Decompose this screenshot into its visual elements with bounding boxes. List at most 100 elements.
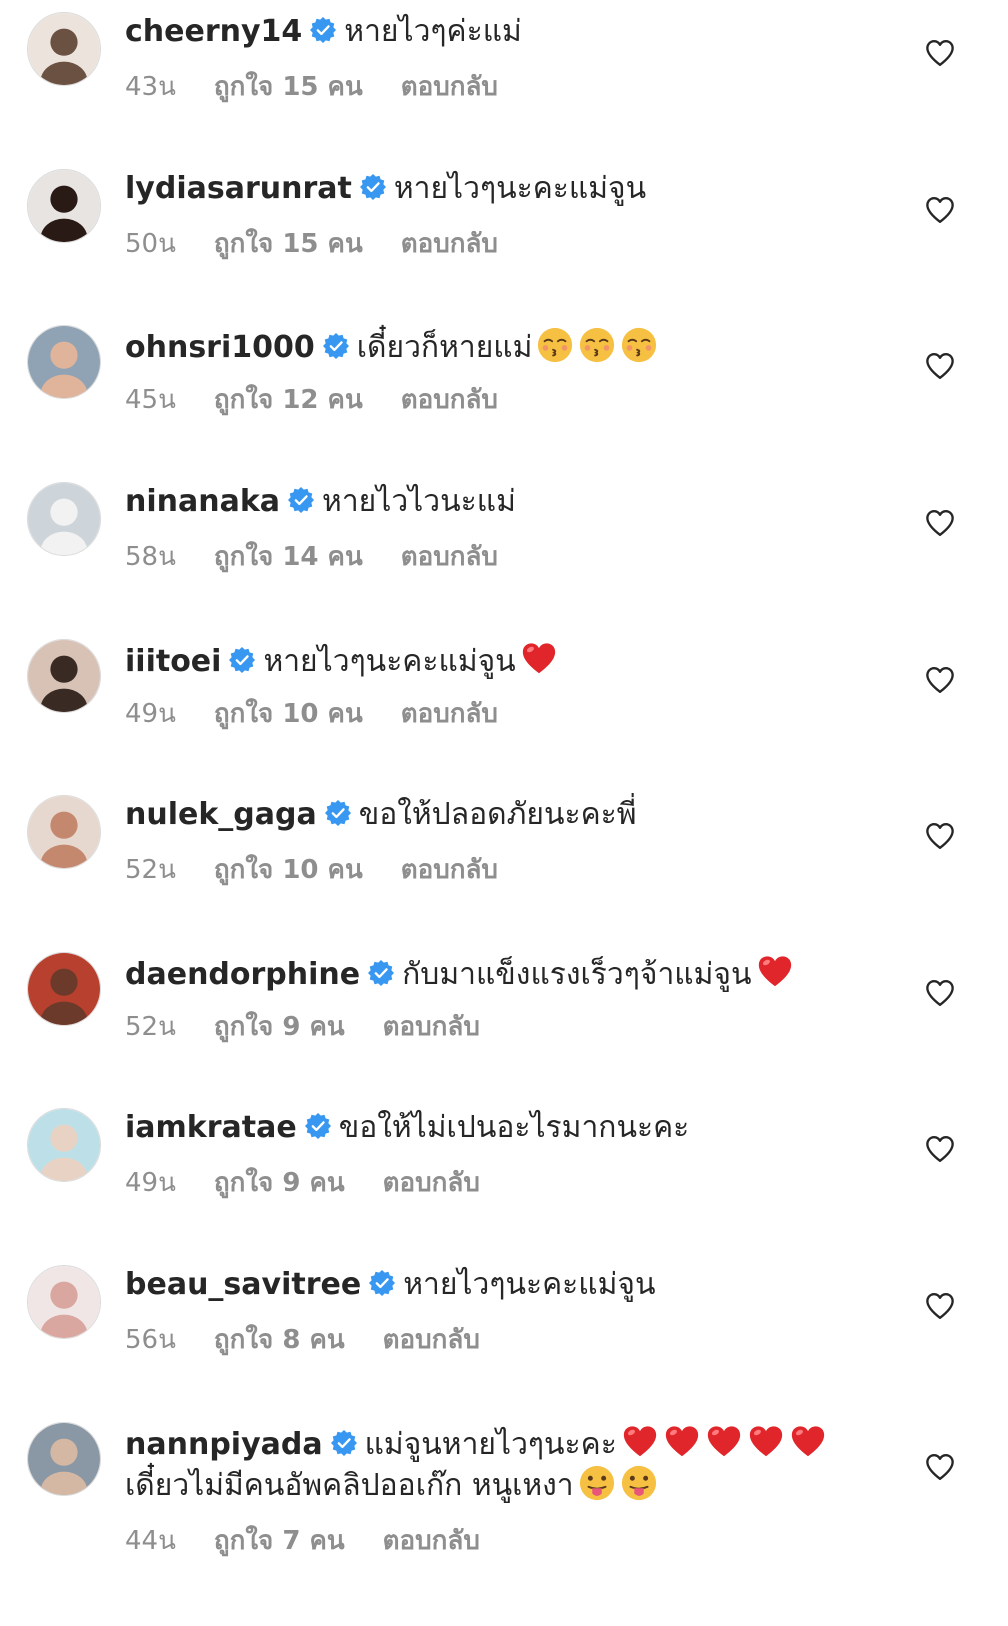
comment-text: หายไวไวนะแม่ xyxy=(322,484,516,519)
username-link[interactable]: ninanaka xyxy=(125,484,280,519)
comment-text: กับมาแข็งแรงเร็วๆจ้าแม่จูน xyxy=(402,957,752,992)
comment-time: 52น xyxy=(125,855,176,885)
username-link[interactable]: cheerny14 xyxy=(125,14,302,49)
red-heart-emoji-icon xyxy=(520,640,558,678)
avatar[interactable] xyxy=(27,12,101,86)
verified-badge-icon xyxy=(304,1113,331,1139)
like-heart-icon[interactable] xyxy=(924,1134,956,1164)
like-heart-icon[interactable] xyxy=(924,821,956,851)
avatar[interactable] xyxy=(27,952,101,1026)
reply-button[interactable]: ตอบกลับ xyxy=(383,1325,480,1355)
reply-button[interactable]: ตอบกลับ xyxy=(401,72,498,102)
comment-row: ninanaka หายไวไวนะแม่ 58น ถูกใจ 14 คน ตอบกลั… xyxy=(0,478,1008,628)
avatar[interactable] xyxy=(27,639,101,713)
reply-button[interactable]: ตอบกลับ xyxy=(383,1012,480,1042)
avatar[interactable] xyxy=(27,1108,101,1182)
username-link[interactable]: daendorphine xyxy=(125,957,360,992)
comment-text: หายไวๆนะคะแม่จูน xyxy=(403,1267,656,1302)
avatar[interactable] xyxy=(27,1422,101,1496)
comment-text-line: lydiasarunrat หายไวๆนะคะแม่จูน xyxy=(125,170,646,208)
kissing-face-emoji-icon xyxy=(620,326,658,364)
like-heart-icon[interactable] xyxy=(924,195,956,225)
verified-badge-icon xyxy=(288,487,315,513)
like-heart-icon[interactable] xyxy=(924,508,956,538)
comment-text-line: ohnsri1000 เดี๋ยวก็หายแม่ xyxy=(125,326,658,367)
comment-meta: 52น ถูกใจ 10 คน ตอบกลับ xyxy=(125,849,536,890)
red-heart-emoji-icon xyxy=(789,1423,827,1461)
username-link[interactable]: ohnsri1000 xyxy=(125,330,315,365)
comment-text-line-2: เดี๋ยวไม่มีคนอัพคลิปออเก๊ก หนูเหงา xyxy=(125,1464,658,1505)
comment-text-continued: เดี๋ยวไม่มีคนอัพคลิปออเก๊ก หนูเหงา xyxy=(125,1468,574,1503)
comment-text: ขอให้ปลอดภัยนะคะพี่ xyxy=(358,797,637,832)
likes-count-link[interactable]: ถูกใจ 14 คน xyxy=(214,542,363,572)
likes-count-link[interactable]: ถูกใจ 10 คน xyxy=(214,855,363,885)
comment-meta: 52น ถูกใจ 9 คน ตอบกลับ xyxy=(125,1006,518,1047)
like-heart-icon[interactable] xyxy=(924,665,956,695)
likes-count-link[interactable]: ถูกใจ 12 คน xyxy=(214,385,363,415)
verified-badge-icon xyxy=(310,17,337,43)
comment-meta: 49น ถูกใจ 10 คน ตอบกลับ xyxy=(125,693,536,734)
reply-button[interactable]: ตอบกลับ xyxy=(401,385,498,415)
like-heart-icon[interactable] xyxy=(924,1452,956,1482)
username-link[interactable]: iiitoei xyxy=(125,644,221,679)
comment-row: nannpiyada แม่จูนหายไวๆนะคะเดี๋ยวไม่มีคนอ… xyxy=(0,1418,1008,1618)
face-with-tongue-emoji-icon xyxy=(578,1464,616,1502)
likes-count-link[interactable]: ถูกใจ 15 คน xyxy=(214,72,363,102)
reply-button[interactable]: ตอบกลับ xyxy=(401,699,498,729)
red-heart-emoji-icon xyxy=(621,1423,659,1461)
comment-row: ohnsri1000 เดี๋ยวก็หายแม่ 45น ถูกใจ 12 คน ตอ… xyxy=(0,321,1008,471)
comment-row: iiitoei หายไวๆนะคะแม่จูน 49น ถูกใจ 10 คน ตอบ… xyxy=(0,635,1008,785)
username-link[interactable]: nulek_gaga xyxy=(125,797,317,832)
comment-meta: 56น ถูกใจ 8 คน ตอบกลับ xyxy=(125,1319,518,1360)
comment-text-line: cheerny14 หายไวๆค่ะแม่ xyxy=(125,13,522,51)
comment-time: 49น xyxy=(125,699,176,729)
comment-row: daendorphine กับมาแข็งแรงเร็วๆจ้าแม่จูน 52… xyxy=(0,948,1008,1098)
comment-meta: 58น ถูกใจ 14 คน ตอบกลับ xyxy=(125,536,536,577)
avatar[interactable] xyxy=(27,1265,101,1339)
comment-text-line: nannpiyada แม่จูนหายไวๆนะคะ xyxy=(125,1423,827,1464)
comment-text-line: beau_savitree หายไวๆนะคะแม่จูน xyxy=(125,1266,655,1304)
reply-button[interactable]: ตอบกลับ xyxy=(401,855,498,885)
comment-time: 45น xyxy=(125,385,176,415)
like-heart-icon[interactable] xyxy=(924,38,956,68)
username-link[interactable]: beau_savitree xyxy=(125,1267,361,1302)
avatar[interactable] xyxy=(27,482,101,556)
comment-meta: 44น ถูกใจ 7 คน ตอบกลับ xyxy=(125,1520,518,1561)
like-heart-icon[interactable] xyxy=(924,1291,956,1321)
comments-list: cheerny14 หายไวๆค่ะแม่ 43น ถูกใจ 15 คน ตอบกล… xyxy=(0,0,1008,1626)
comment-text-line: ninanaka หายไวไวนะแม่ xyxy=(125,483,516,521)
verified-badge-icon xyxy=(359,174,386,200)
username-link[interactable]: lydiasarunrat xyxy=(125,171,352,206)
verified-badge-icon xyxy=(324,800,351,826)
reply-button[interactable]: ตอบกลับ xyxy=(401,229,498,259)
likes-count-link[interactable]: ถูกใจ 9 คน xyxy=(214,1168,345,1198)
like-heart-icon[interactable] xyxy=(924,978,956,1008)
avatar[interactable] xyxy=(27,325,101,399)
comment-row: beau_savitree หายไวๆนะคะแม่จูน 56น ถูกใจ 8 … xyxy=(0,1261,1008,1411)
likes-count-link[interactable]: ถูกใจ 9 คน xyxy=(214,1012,345,1042)
likes-count-link[interactable]: ถูกใจ 7 คน xyxy=(214,1526,345,1556)
comment-text: ขอให้ไม่เปนอะไรมากนะคะ xyxy=(338,1110,690,1145)
like-heart-icon[interactable] xyxy=(924,351,956,381)
username-link[interactable]: iamkratae xyxy=(125,1110,297,1145)
face-with-tongue-emoji-icon xyxy=(620,1464,658,1502)
reply-button[interactable]: ตอบกลับ xyxy=(383,1168,480,1198)
comment-text-line: iiitoei หายไวๆนะคะแม่จูน xyxy=(125,640,558,681)
username-link[interactable]: nannpiyada xyxy=(125,1427,323,1462)
comment-text: แม่จูนหายไวๆนะคะ xyxy=(364,1427,617,1462)
likes-count-link[interactable]: ถูกใจ 10 คน xyxy=(214,699,363,729)
red-heart-emoji-icon xyxy=(756,953,794,991)
avatar[interactable] xyxy=(27,795,101,869)
avatar[interactable] xyxy=(27,169,101,243)
verified-badge-icon xyxy=(330,1430,357,1456)
comment-text: หายไวๆนะคะแม่จูน xyxy=(393,171,647,206)
comment-text-line: iamkratae ขอให้ไม่เปนอะไรมากนะคะ xyxy=(125,1109,689,1147)
reply-button[interactable]: ตอบกลับ xyxy=(401,542,498,572)
reply-button[interactable]: ตอบกลับ xyxy=(383,1526,480,1556)
likes-count-link[interactable]: ถูกใจ 15 คน xyxy=(214,229,363,259)
red-heart-emoji-icon xyxy=(705,1423,743,1461)
verified-badge-icon xyxy=(369,1270,396,1296)
likes-count-link[interactable]: ถูกใจ 8 คน xyxy=(214,1325,345,1355)
comment-meta: 43น ถูกใจ 15 คน ตอบกลับ xyxy=(125,66,536,107)
comment-text-line: nulek_gaga ขอให้ปลอดภัยนะคะพี่ xyxy=(125,796,637,834)
